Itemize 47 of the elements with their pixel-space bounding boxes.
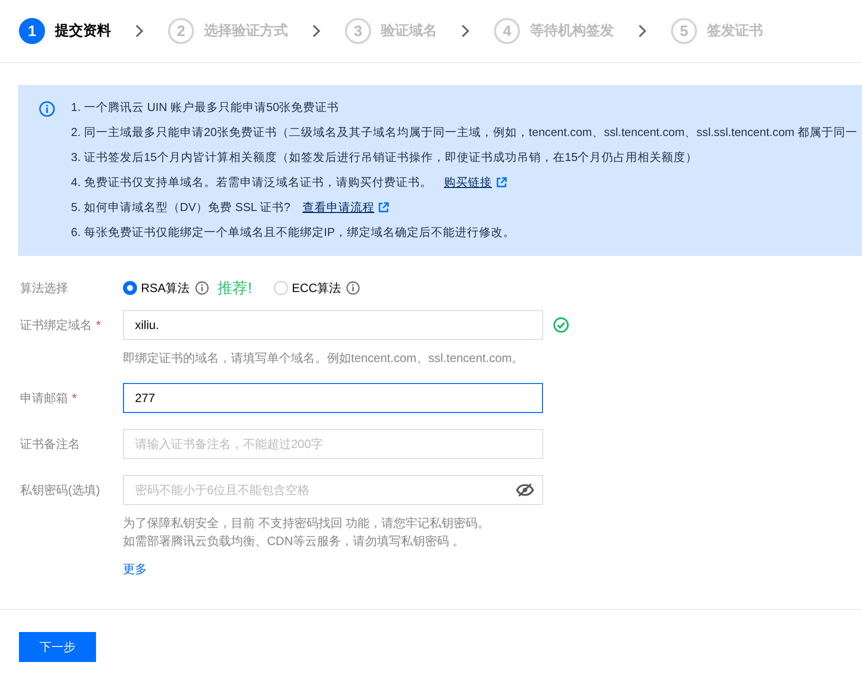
field-label: 算法选择 [20,280,69,297]
chevron-right-icon [461,24,470,38]
external-link-icon [496,177,507,188]
chevron-right-icon [312,24,321,38]
radio-option[interactable]: ECC算法 [274,280,342,296]
notice-text: 5. 如何申请域名型（DV）免费 SSL 证书? [71,200,290,215]
help-text: 为了保障私钥安全，目前 不支持密码找回 功能，请您牢记私钥密码。 [123,515,491,532]
recommend-tag: 推荐! [218,278,252,298]
notice-text: 4. 免费证书仅支持单域名。若需申请泛域名证书，请购买付费证书。 [71,175,432,190]
step-number: 5 [671,18,697,44]
notice-text: 1. 一个腾讯云 UIN 账户最多只能申请50张免费证书 [71,100,340,115]
required-mark: * [96,318,101,332]
step-number: 3 [345,18,371,44]
help-text: 即绑定证书的域名，请填写单个域名。例如tencent.com、ssl.tencent.com。 [123,350,525,367]
notice-text: 6. 每张免费证书仅能绑定一个单域名且不能绑定IP，绑定域名确定后不能进行修改。 [71,225,515,240]
notice-link[interactable]: 购买链接 [444,175,507,190]
chevron-right-icon [638,24,647,38]
step-label: 选择验证方式 [204,22,288,40]
info-icon [346,281,360,295]
eye-off-icon[interactable] [516,483,534,497]
notice-text: 2. 同一主域最多只能申请20张免费证书（二级域名及其子域名均属于同一主域，例如，tencent.com、ssl.tencent.com、ssl.ssl.tencent.com 都属于同一 [71,125,858,140]
step-number: 4 [494,18,520,44]
next-step-button[interactable]: 下一步 [19,632,96,662]
step-label: 签发证书 [707,22,763,40]
step-number: 2 [168,18,194,44]
step-number: 1 [19,18,45,44]
more-link[interactable]: 更多 [123,561,543,578]
step-label: 验证域名 [381,22,437,40]
input-field[interactable]: 277 [123,383,543,413]
notice-link[interactable]: 查看申请流程 [302,200,390,215]
required-mark: * [72,391,77,405]
external-link-icon [378,202,390,213]
radio-option[interactable]: RSA算法 [123,280,190,296]
field-label: 私钥密码(选填) [20,482,101,499]
field-label: 申请邮箱 * [20,390,78,407]
input-field[interactable]: 请输入证书备注名，不能超过200字 [123,429,543,459]
step-label: 等待机构签发 [530,22,614,40]
info-icon [194,281,209,295]
input-field[interactable]: 密码不能小于6位且不能包含空格 [123,475,543,505]
input-field[interactable]: xiliu. [123,310,543,340]
help-text: 如需部署腾讯云负载均衡、CDN等云服务，请勿填写私钥密码 。 [123,533,466,550]
chevron-right-icon [135,24,144,38]
notice-text: 3. 证书签发后15个月内皆计算相关额度（如签发后进行吊销证书操作，即使证书成功吊销，在15个月仍占用相关额度） [71,150,698,165]
step-label: 提交资料 [55,22,111,40]
field-label: 证书绑定域名 * [20,317,102,334]
field-label: 证书备注名 [20,436,81,453]
info-icon [39,101,55,117]
